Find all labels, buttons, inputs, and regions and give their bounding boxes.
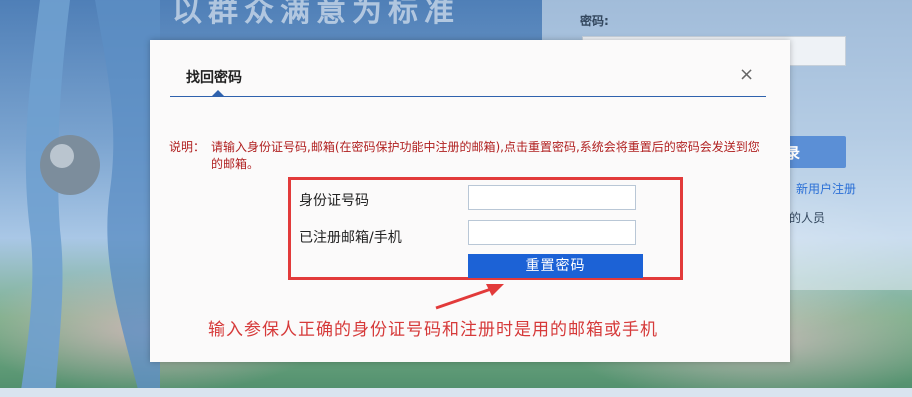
email-phone-input[interactable]: [468, 220, 636, 245]
annotation-text: 输入参保人正确的身份证号码和注册时是用的邮箱或手机: [208, 320, 658, 340]
register-link[interactable]: 新用户注册: [796, 180, 856, 197]
bottom-strip: [0, 388, 912, 397]
close-icon[interactable]: ×: [739, 64, 754, 85]
background-banner-text: 以群众满意为标准: [172, 0, 460, 29]
sculpture-illustration: [20, 0, 160, 397]
id-number-label: 身份证号码: [299, 193, 369, 209]
email-phone-label: 已注册邮箱/手机: [299, 230, 402, 246]
notice-body: 请输入身份证号码,邮箱(在密码保护功能中注册的邮箱),点击重置密码,系统会将重置…: [211, 140, 760, 171]
staff-text: 的人员: [789, 211, 826, 225]
reset-password-button[interactable]: 重置密码: [468, 254, 643, 278]
password-recovery-modal: 找回密码 × 说明： 请输入身份证号码,邮箱(在密码保护功能中注册的邮箱),点击…: [150, 40, 790, 362]
tab-indicator-icon: [212, 90, 224, 96]
modal-tab-title[interactable]: 找回密码: [186, 67, 242, 87]
tab-divider: [170, 96, 766, 97]
notice-label: 说明：: [169, 140, 206, 154]
id-number-input[interactable]: [468, 185, 636, 210]
arrow-icon: [435, 284, 504, 310]
password-label: 密码:: [580, 14, 609, 28]
notice-text: 说明： 请输入身份证号码,邮箱(在密码保护功能中注册的邮箱),点击重置密码,系统…: [169, 139, 769, 173]
